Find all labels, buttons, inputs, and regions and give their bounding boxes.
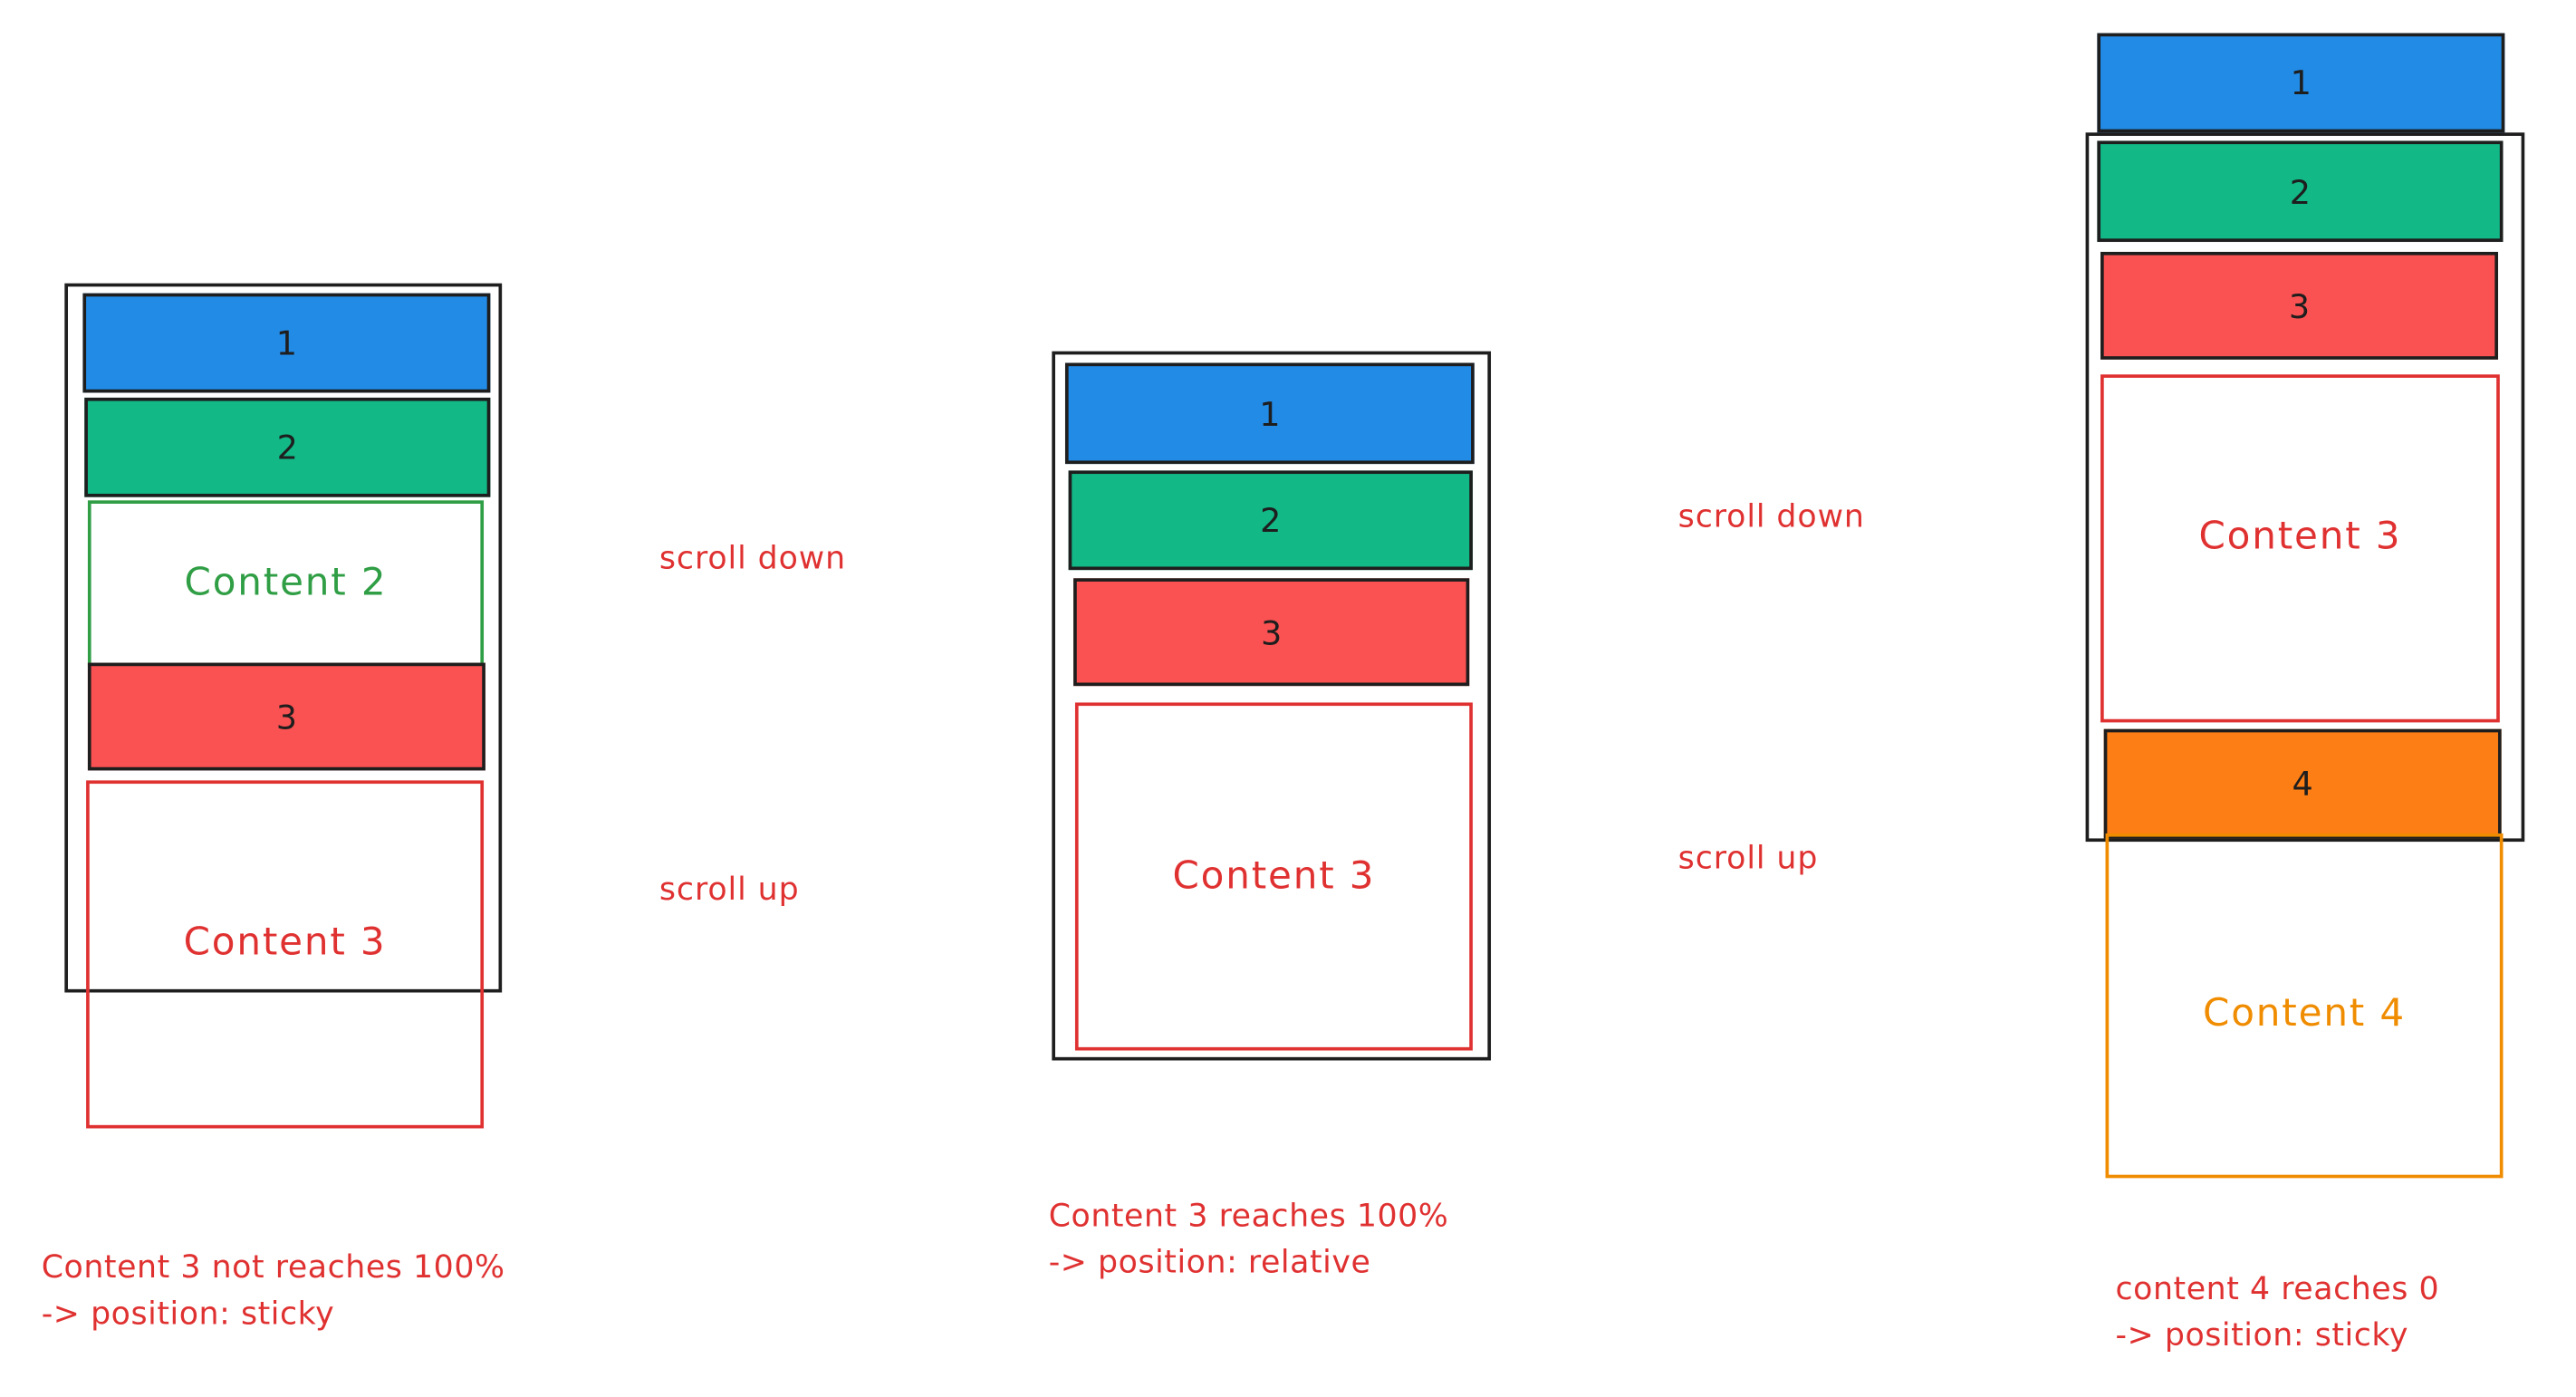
panel1-content-3: Content 3 bbox=[86, 780, 485, 1129]
panel2-sticky-header-3: 3 bbox=[1073, 578, 1470, 687]
panel1-caption-line1: Content 3 not reaches 100% bbox=[41, 1248, 505, 1286]
scroll-down-label-1: scroll down bbox=[658, 540, 847, 577]
scroll-up-label-2: scroll up bbox=[1677, 840, 1819, 877]
panel3-sticky-header-2: 2 bbox=[2097, 140, 2504, 243]
panel1-sticky-header-3: 3 bbox=[87, 662, 485, 771]
scroll-up-label-1: scroll up bbox=[658, 872, 800, 909]
panel3-content-4: Content 4 bbox=[2105, 833, 2504, 1179]
panel1-caption: Content 3 not reaches 100% -> position: … bbox=[42, 1245, 505, 1337]
panel3-sticky-header-3: 3 bbox=[2100, 251, 2498, 360]
scroll-down-label-2: scroll down bbox=[1677, 498, 1865, 535]
panel3-sticky-header-4: 4 bbox=[2103, 728, 2502, 839]
panel3-sticky-header-1: 1 bbox=[2097, 33, 2505, 133]
panel3-caption: content 4 reaches 0 -> position: sticky bbox=[2116, 1266, 2440, 1358]
panel2-sticky-header-1: 1 bbox=[1064, 362, 1475, 465]
panel3-caption-line1: content 4 reaches 0 bbox=[2115, 1270, 2440, 1308]
panel1-sticky-header-1: 1 bbox=[82, 293, 491, 393]
panel1-sticky-header-2: 2 bbox=[84, 397, 491, 497]
panel3-content-3: Content 3 bbox=[2100, 374, 2500, 723]
panel1-content-2: Content 2 bbox=[87, 500, 485, 667]
panel1-caption-line2: -> position: sticky bbox=[41, 1296, 335, 1333]
panel2-caption-line2: -> position: relative bbox=[1048, 1244, 1371, 1281]
panel2-content-3: Content 3 bbox=[1074, 702, 1473, 1051]
panel2-caption-line1: Content 3 reaches 100% bbox=[1048, 1198, 1449, 1235]
panel3-caption-line2: -> position: sticky bbox=[2115, 1316, 2408, 1354]
panel2-caption: Content 3 reaches 100% -> position: rela… bbox=[1049, 1193, 1449, 1286]
panel2-sticky-header-2: 2 bbox=[1068, 470, 1473, 571]
